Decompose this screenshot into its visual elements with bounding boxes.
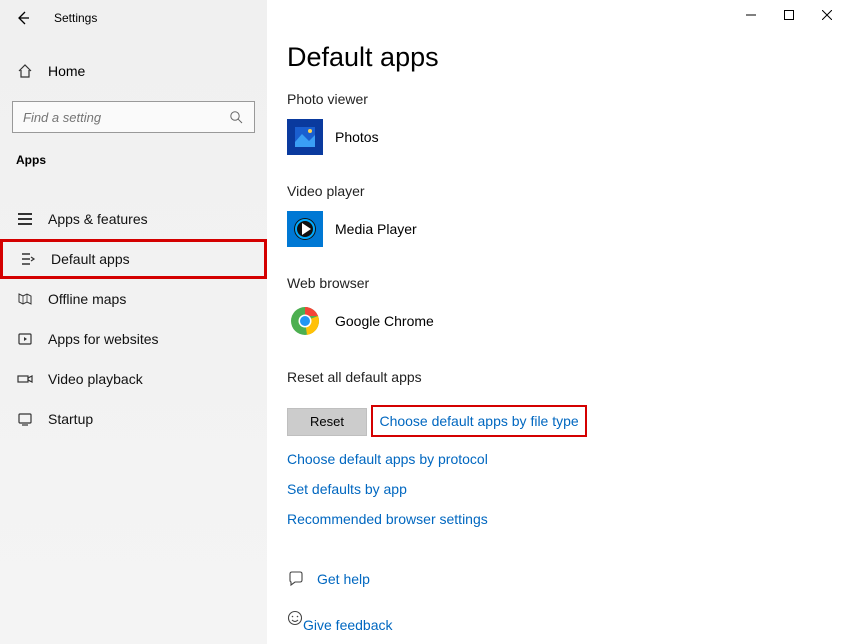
get-help-row: Get help <box>287 571 850 587</box>
video-player-app-name: Media Player <box>335 221 417 237</box>
home-label: Home <box>48 63 85 79</box>
give-feedback-row: Give feedback <box>287 603 850 633</box>
window-controls <box>732 4 846 26</box>
link-recommended-browser-settings[interactable]: Recommended browser settings <box>287 511 850 527</box>
help-icon <box>287 571 305 587</box>
apps-for-websites-icon <box>16 331 34 347</box>
back-arrow-icon <box>15 10 31 26</box>
web-browser-app[interactable]: Google Chrome <box>287 303 850 339</box>
link-default-apps-by-file-type[interactable]: Choose default apps by file type <box>379 413 578 429</box>
web-browser-app-name: Google Chrome <box>335 313 434 329</box>
page-title: Default apps <box>287 42 850 73</box>
photo-viewer-app[interactable]: Photos <box>287 119 850 155</box>
sidebar-item-label: Offline maps <box>48 291 126 307</box>
apps-features-icon <box>16 211 34 227</box>
link-give-feedback[interactable]: Give feedback <box>303 617 393 633</box>
photo-viewer-app-name: Photos <box>335 129 379 145</box>
link-default-apps-by-protocol[interactable]: Choose default apps by protocol <box>287 451 850 467</box>
sidebar: Settings Home Apps Apps & features Defau… <box>0 0 267 644</box>
sidebar-item-apps-for-websites[interactable]: Apps for websites <box>0 319 267 359</box>
search-icon <box>228 109 244 125</box>
sidebar-item-offline-maps[interactable]: Offline maps <box>0 279 267 319</box>
home-icon <box>16 63 34 79</box>
chrome-app-icon <box>287 303 323 339</box>
sidebar-section-title: Apps <box>0 149 267 179</box>
search-input[interactable] <box>23 110 228 125</box>
home-row[interactable]: Home <box>0 51 267 91</box>
window-title: Settings <box>54 11 97 25</box>
sidebar-item-video-playback[interactable]: Video playback <box>0 359 267 399</box>
media-player-app-icon <box>287 211 323 247</box>
reset-button[interactable]: Reset <box>287 408 367 436</box>
sidebar-item-startup[interactable]: Startup <box>0 399 267 439</box>
sidebar-item-label: Default apps <box>51 251 130 267</box>
main-content: Default apps Photo viewer Photos Video p… <box>267 0 850 644</box>
photos-app-icon <box>287 119 323 155</box>
reset-heading: Reset all default apps <box>287 369 850 385</box>
video-player-heading: Video player <box>287 183 850 199</box>
maximize-icon <box>784 10 794 20</box>
photo-viewer-heading: Photo viewer <box>287 91 850 107</box>
maximize-button[interactable] <box>770 4 808 26</box>
sidebar-item-label: Apps & features <box>48 211 148 227</box>
search-box[interactable] <box>12 101 255 133</box>
sidebar-item-label: Video playback <box>48 371 143 387</box>
offline-maps-icon <box>16 291 34 307</box>
startup-icon <box>16 411 34 427</box>
link-get-help[interactable]: Get help <box>317 571 370 587</box>
back-button[interactable] <box>10 5 36 31</box>
video-player-app[interactable]: Media Player <box>287 211 850 247</box>
feedback-icon <box>287 610 303 626</box>
default-apps-icon <box>19 251 37 267</box>
sidebar-item-default-apps[interactable]: Default apps <box>0 239 267 279</box>
close-button[interactable] <box>808 4 846 26</box>
sidebar-item-label: Startup <box>48 411 93 427</box>
minimize-icon <box>746 10 756 20</box>
minimize-button[interactable] <box>732 4 770 26</box>
sidebar-item-label: Apps for websites <box>48 331 159 347</box>
video-playback-icon <box>16 371 34 387</box>
highlight-box-file-type: Choose default apps by file type <box>371 405 586 437</box>
sidebar-item-apps-features[interactable]: Apps & features <box>0 199 267 239</box>
link-set-defaults-by-app[interactable]: Set defaults by app <box>287 481 850 497</box>
close-icon <box>822 10 832 20</box>
titlebar-left: Settings <box>0 0 267 39</box>
web-browser-heading: Web browser <box>287 275 850 291</box>
